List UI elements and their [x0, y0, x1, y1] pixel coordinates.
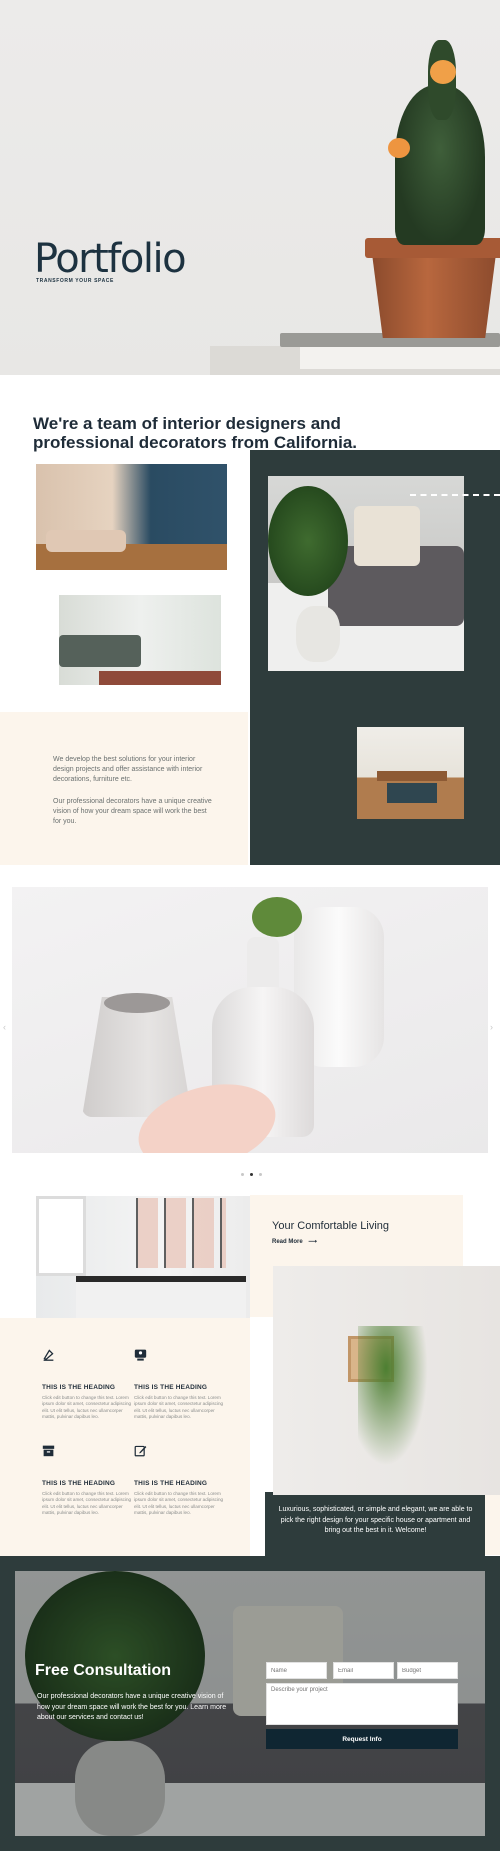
- carousel-dot[interactable]: [241, 1173, 244, 1176]
- wall-frames-shape: [136, 1198, 226, 1268]
- carousel-dot[interactable]: [250, 1173, 253, 1176]
- consultation-text: Our professional decorators have a uniqu…: [37, 1693, 227, 1721]
- image-carousel[interactable]: [12, 887, 488, 1153]
- hero-title: Portfolio: [34, 236, 187, 282]
- feature-item: THIS IS THE HEADING Click edit button to…: [134, 1348, 224, 1421]
- living-room-image: [36, 464, 227, 570]
- budget-field[interactable]: [397, 1662, 458, 1679]
- read-more-label: Read More: [272, 1239, 303, 1245]
- carousel-prev-arrow-icon[interactable]: ‹: [3, 1022, 6, 1032]
- feature-body: Click edit button to change this text. L…: [42, 1491, 132, 1516]
- feature-item: THIS IS THE HEADING Click edit button to…: [42, 1348, 132, 1421]
- archive-box-icon: [42, 1445, 55, 1457]
- hero-cactus-flower: [430, 60, 456, 84]
- feature-heading: THIS IS THE HEADING: [42, 1384, 116, 1391]
- sofa-shape: [59, 635, 141, 667]
- read-more-link[interactable]: Read More ⟶: [272, 1238, 317, 1245]
- plant-shape: [268, 486, 348, 596]
- email-field[interactable]: [333, 1662, 394, 1679]
- arrow-right-icon: ⟶: [308, 1239, 317, 1245]
- chair-shape: [387, 783, 437, 803]
- hero-cactus-flower: [388, 138, 410, 158]
- feature-item: THIS IS THE HEADING Click edit button to…: [134, 1444, 224, 1517]
- project-description-field[interactable]: [266, 1683, 458, 1725]
- plant-shape: [252, 897, 302, 937]
- pillow-shape: [354, 506, 420, 566]
- hero-section: [0, 0, 500, 375]
- sofa-room-image: [59, 595, 221, 685]
- feature-body: Click edit button to change this text. L…: [134, 1491, 224, 1516]
- hero-subtitle: TRANSFORM YOUR SPACE: [36, 278, 114, 284]
- cream-strip: [485, 1495, 500, 1555]
- table-shape: [377, 771, 447, 781]
- carousel-next-arrow-icon[interactable]: ›: [490, 1022, 493, 1032]
- feature-body: Click edit button to change this text. L…: [42, 1395, 132, 1420]
- team-paragraph: Our professional decorators have a uniqu…: [53, 798, 212, 825]
- vase-shape: [296, 606, 340, 662]
- pen-nib-icon: [43, 1349, 54, 1361]
- edit-icon: [134, 1445, 147, 1457]
- bedroom-image: [36, 1196, 250, 1320]
- living-room-sofa: [46, 530, 126, 552]
- vine-shape: [358, 1326, 428, 1466]
- team-heading: We're a team of interior designers and p…: [33, 414, 358, 452]
- carousel-dots: [241, 1173, 262, 1179]
- feature-item: THIS IS THE HEADING Click edit button to…: [42, 1444, 132, 1517]
- bed-shape: [76, 1276, 246, 1320]
- feature-heading: THIS IS THE HEADING: [42, 1480, 116, 1487]
- user-badge-icon: [134, 1349, 147, 1361]
- feature-body: Click edit button to change this text. L…: [134, 1395, 224, 1420]
- feature-heading: THIS IS THE HEADING: [134, 1480, 208, 1487]
- vase-opening-shape: [104, 993, 170, 1013]
- team-cream-panel: [0, 712, 248, 865]
- window-shape: [36, 1196, 86, 1276]
- plant-sofa-image: [268, 476, 464, 671]
- decorative-dashed-line: [410, 494, 500, 496]
- comfort-title: Your Comfortable Living: [272, 1220, 389, 1232]
- dining-room-image: [357, 727, 464, 819]
- request-info-button[interactable]: Request Info: [266, 1729, 458, 1749]
- team-paragraph: We develop the best solutions for your i…: [53, 756, 203, 783]
- consultation-title: Free Consultation: [35, 1662, 172, 1679]
- hanging-plant-image: [273, 1266, 500, 1495]
- carousel-dot[interactable]: [259, 1173, 262, 1176]
- rug-shape: [99, 671, 221, 685]
- name-field[interactable]: [266, 1662, 327, 1679]
- feature-heading: THIS IS THE HEADING: [134, 1384, 208, 1391]
- comfort-description: Luxurious, sophisticated, or simple and …: [278, 1506, 473, 1534]
- hero-book: [300, 347, 500, 369]
